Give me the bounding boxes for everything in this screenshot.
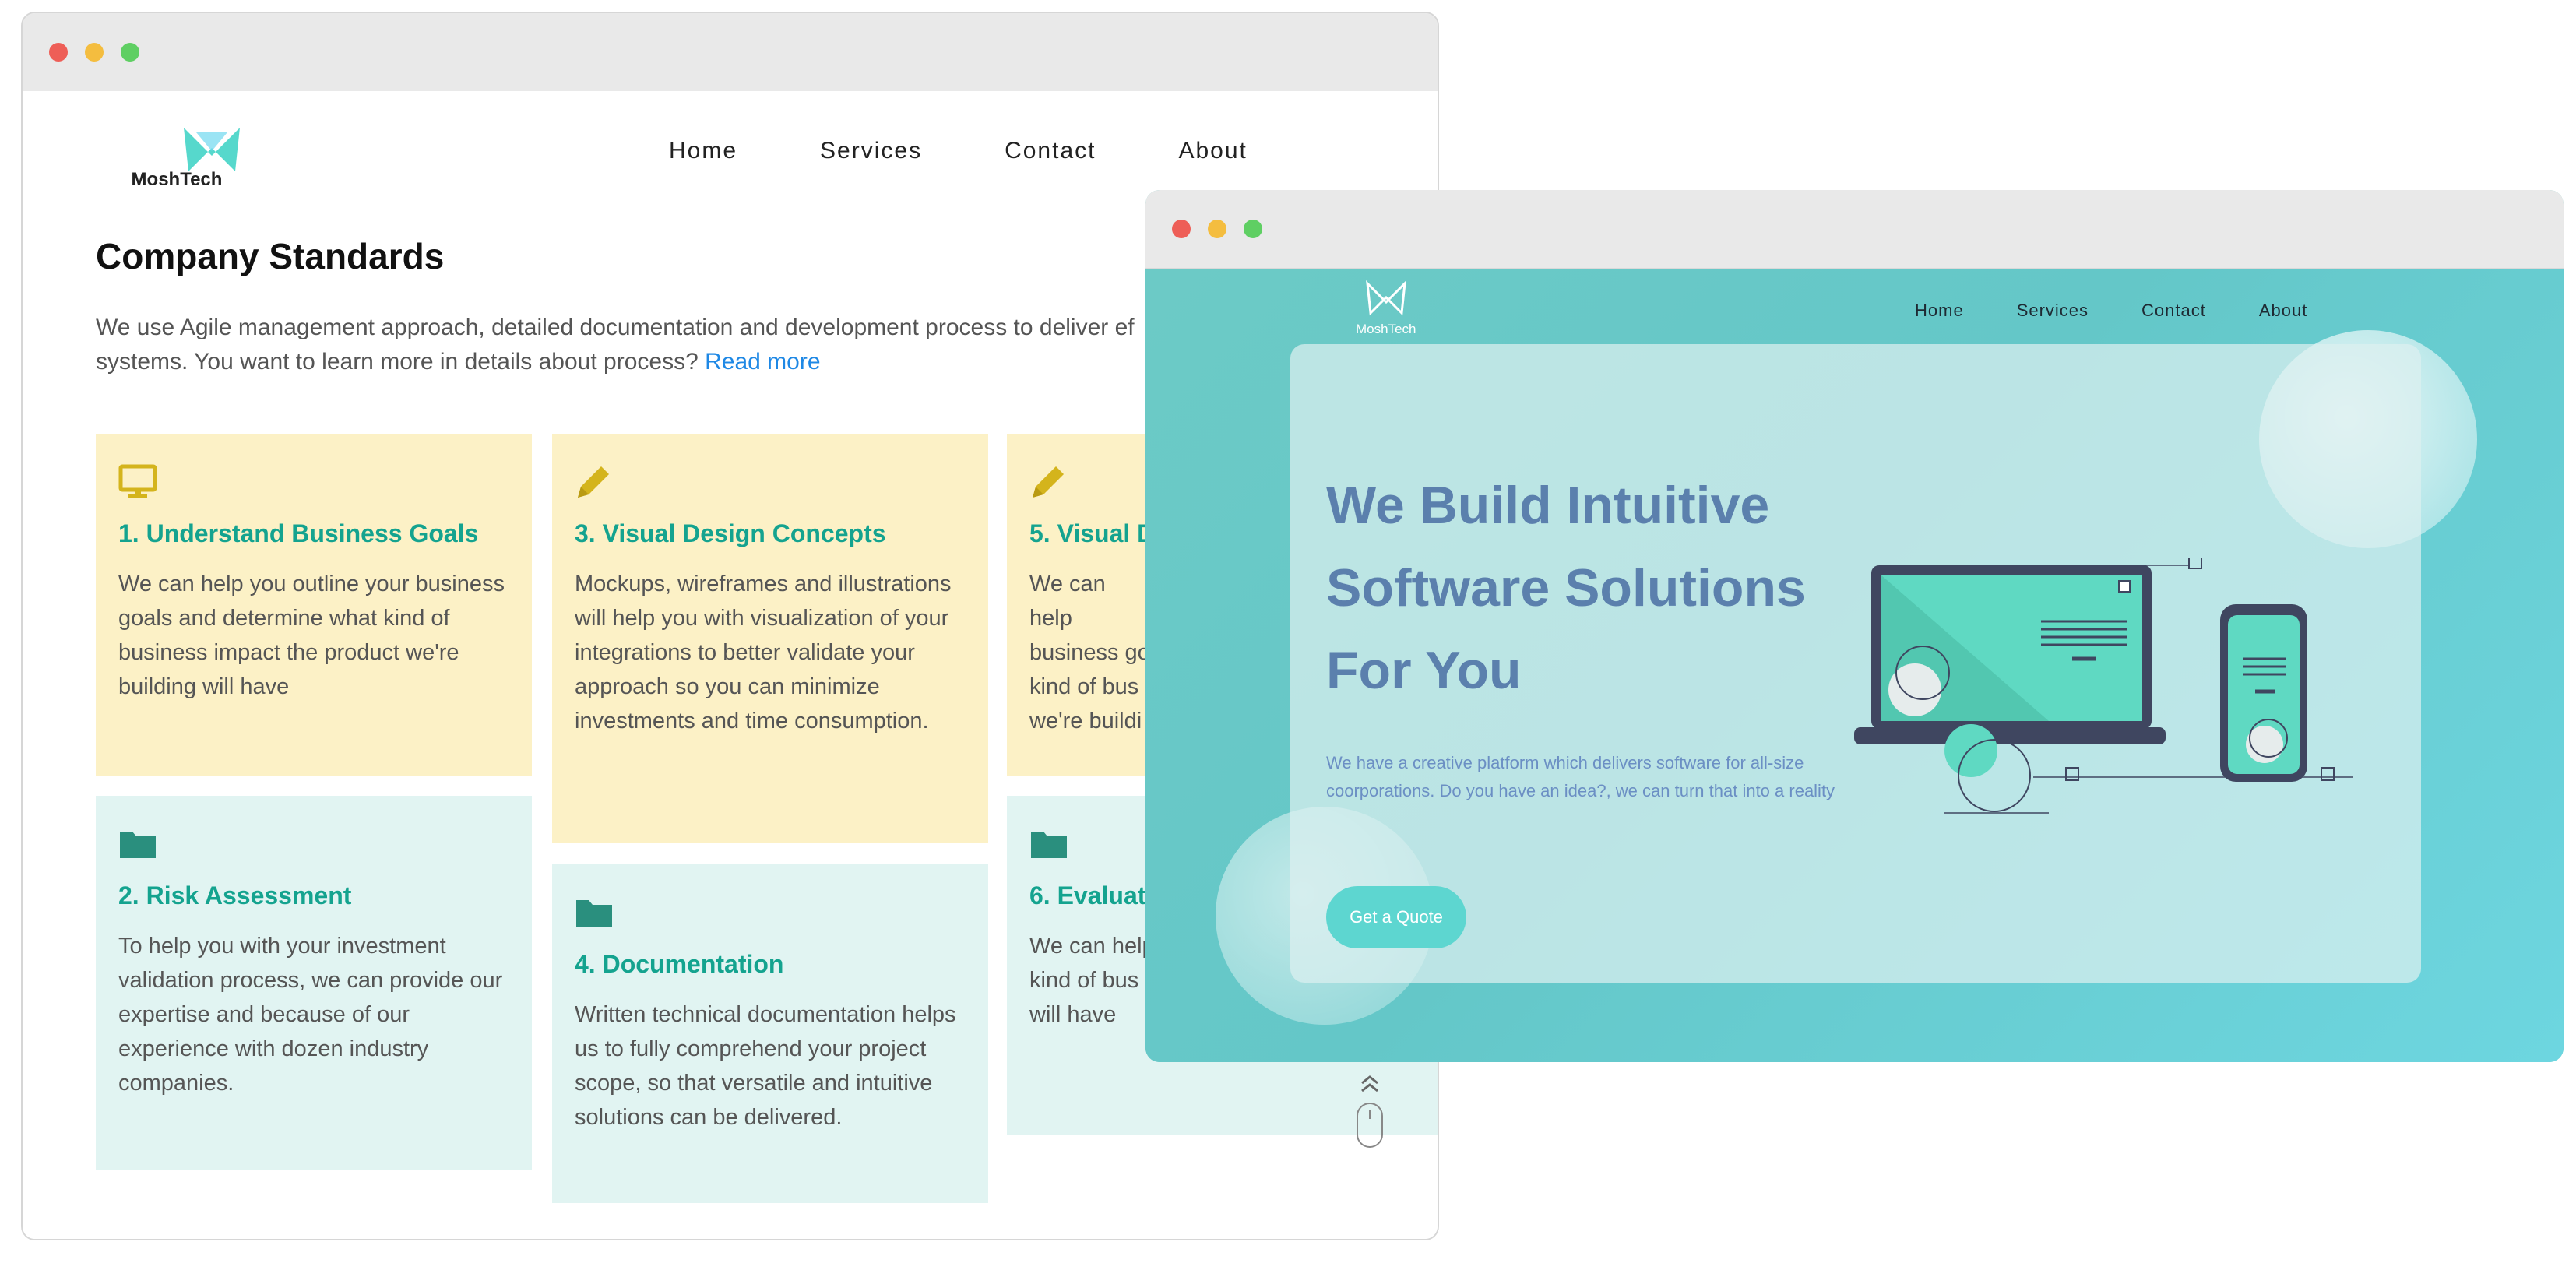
card-title: 3. Visual Design Concepts (575, 519, 886, 547)
hero-section: MoshTech Home Services Contact About We … (1145, 269, 2564, 1062)
nav-about[interactable]: About (1178, 138, 1247, 164)
folder-icon (1031, 832, 1067, 858)
standard-card: 2. Risk Assessment To help you with your… (96, 796, 532, 1170)
maximize-window-button[interactable] (1244, 220, 1262, 238)
hero-title-line: Software Solutions (1326, 558, 1806, 617)
close-window-button[interactable] (49, 43, 68, 62)
page-title: Company Standards (96, 236, 445, 276)
main-nav: Home Services Contact About (1915, 301, 2360, 321)
logo-mark-icon (184, 128, 240, 171)
card-title: 1. Understand Business Goals (118, 519, 479, 547)
card-text: We can help you outline your business go… (118, 572, 505, 699)
pencil-icon (1033, 466, 1064, 498)
nav-home[interactable]: Home (669, 138, 737, 164)
nav-home[interactable]: Home (1915, 301, 1964, 321)
monitor-icon (118, 464, 157, 498)
card-title: 2. Risk Assessment (118, 881, 352, 909)
devices-illustration (1854, 558, 2353, 814)
logo-mark-icon (1365, 280, 1406, 316)
card-text: To help you with your investment validat… (118, 934, 503, 1096)
maximize-window-button[interactable] (121, 43, 139, 62)
standard-card: 1. Understand Business Goals We can help… (96, 434, 532, 776)
get-a-quote-button[interactable]: Get a Quote (1326, 886, 1466, 948)
close-window-button[interactable] (1172, 220, 1191, 238)
intro-text: We use Agile management approach, detail… (96, 315, 1135, 340)
standard-card: 3. Visual Design Concepts Mockups, wiref… (552, 434, 988, 843)
nav-services[interactable]: Services (820, 138, 922, 164)
folder-icon (120, 832, 156, 858)
minimize-window-button[interactable] (85, 43, 104, 62)
nav-contact[interactable]: Contact (2141, 301, 2206, 321)
intro-text-2: systems. You want to learn more in detai… (96, 349, 699, 375)
card-text: Mockups, wireframes and illustrations wi… (575, 572, 952, 734)
card-text: Written technical documentation helps us… (575, 1002, 956, 1130)
window-titlebar (23, 13, 1438, 91)
hero-subtitle: We have a creative platform which delive… (1326, 753, 1835, 800)
minimize-window-button[interactable] (1208, 220, 1226, 238)
logo-text: MoshTech (131, 169, 223, 190)
hero-title-line: For You (1326, 641, 1522, 700)
hero-title-line: We Build Intuitive (1326, 476, 1770, 535)
nav-services[interactable]: Services (2017, 301, 2089, 321)
window-titlebar (1145, 190, 2564, 269)
logo-text: MoshTech (1356, 322, 1416, 336)
logo[interactable]: MoshTech (1356, 280, 1416, 337)
folder-icon (576, 900, 612, 927)
nav-about[interactable]: About (2259, 301, 2308, 321)
read-more-link[interactable]: Read more (705, 349, 820, 375)
front-browser-window: MoshTech Home Services Contact About We … (1145, 190, 2564, 1062)
scroll-down-icon[interactable] (1346, 1072, 1393, 1158)
card-text: We can help business go kind of bus we'r… (1029, 572, 1150, 734)
card-title: 4. Documentation (575, 950, 784, 978)
nav-contact[interactable]: Contact (1005, 138, 1096, 164)
hero-title: We Build Intuitive Software Solutions Fo… (1326, 464, 1871, 712)
main-nav: Home Services Contact About (669, 138, 1330, 164)
logo[interactable]: MoshTech (111, 107, 243, 200)
pencil-icon (578, 466, 609, 498)
standard-card: 4. Documentation Written technical docum… (552, 864, 988, 1203)
